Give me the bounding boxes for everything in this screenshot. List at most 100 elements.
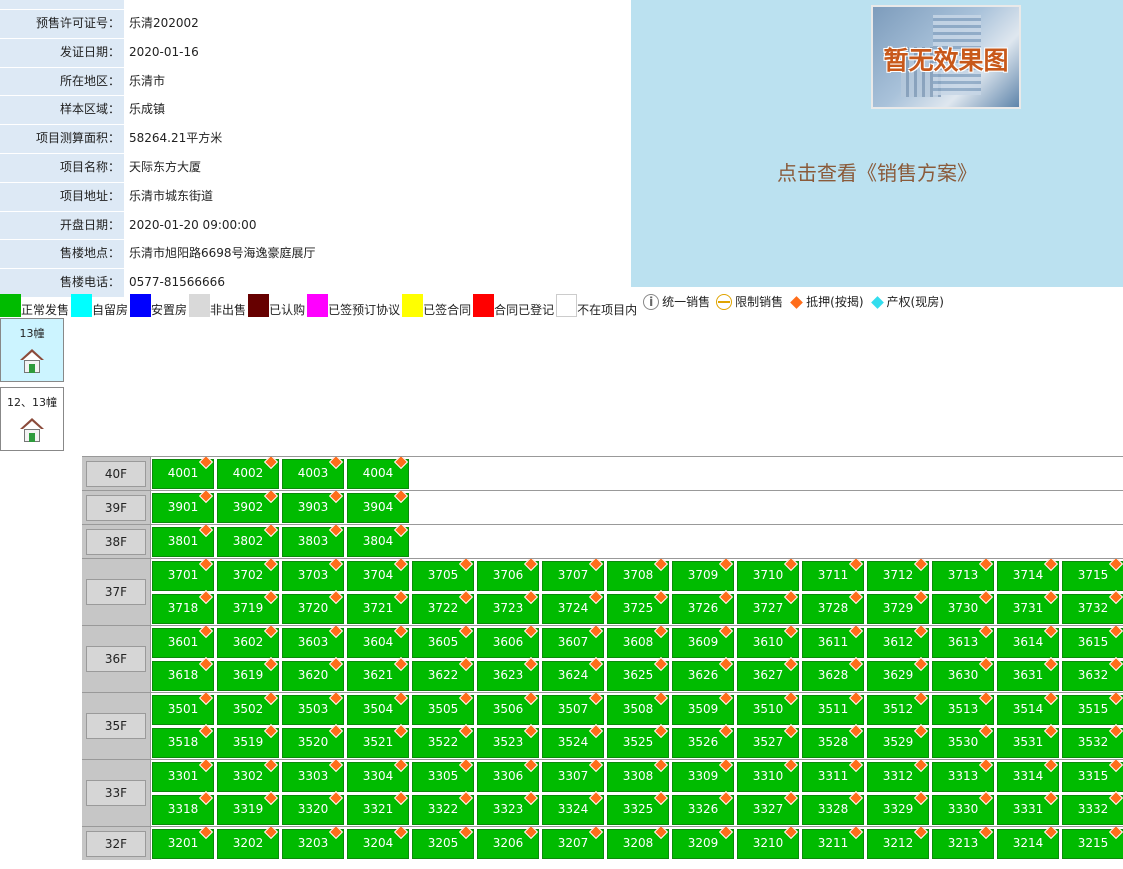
unit-cell[interactable]: 3529: [867, 723, 929, 758]
unit-cell[interactable]: 3603: [282, 626, 344, 658]
unit-cell[interactable]: 3627: [737, 656, 799, 691]
unit-cell[interactable]: 3601: [152, 626, 214, 658]
unit-cell[interactable]: 3730: [932, 589, 994, 624]
unit-cell[interactable]: 3714: [997, 559, 1059, 591]
unit-cell[interactable]: 3313: [932, 760, 994, 792]
unit-cell[interactable]: 3528: [802, 723, 864, 758]
unit-cell[interactable]: 3207: [542, 827, 604, 859]
unit-cell[interactable]: 3727: [737, 589, 799, 624]
unit-cell[interactable]: 3708: [607, 559, 669, 591]
unit-cell[interactable]: 3331: [997, 790, 1059, 825]
unit-cell[interactable]: 3629: [867, 656, 929, 691]
unit-cell[interactable]: 3302: [217, 760, 279, 792]
unit-cell[interactable]: 3318: [152, 790, 214, 825]
unit-cell[interactable]: 3602: [217, 626, 279, 658]
unit-cell[interactable]: 3732: [1062, 589, 1123, 624]
unit-cell[interactable]: 3504: [347, 693, 409, 725]
unit-cell[interactable]: 3309: [672, 760, 734, 792]
unit-cell[interactable]: 3514: [997, 693, 1059, 725]
unit-cell[interactable]: 3621: [347, 656, 409, 691]
unit-cell[interactable]: 3802: [217, 525, 279, 557]
unit-cell[interactable]: 3701: [152, 559, 214, 591]
floor-button[interactable]: 32F: [86, 830, 146, 857]
unit-cell[interactable]: 3508: [607, 693, 669, 725]
unit-cell[interactable]: 3702: [217, 559, 279, 591]
unit-cell[interactable]: 3506: [477, 693, 539, 725]
unit-cell[interactable]: 3605: [412, 626, 474, 658]
unit-cell[interactable]: 3606: [477, 626, 539, 658]
unit-cell[interactable]: 3618: [152, 656, 214, 691]
unit-cell[interactable]: 3718: [152, 589, 214, 624]
floor-button[interactable]: 40F: [86, 460, 146, 487]
unit-cell[interactable]: 3324: [542, 790, 604, 825]
unit-cell[interactable]: 3329: [867, 790, 929, 825]
unit-cell[interactable]: 3209: [672, 827, 734, 859]
floor-button[interactable]: 36F: [86, 646, 146, 672]
unit-cell[interactable]: 3722: [412, 589, 474, 624]
unit-cell[interactable]: 3705: [412, 559, 474, 591]
unit-cell[interactable]: 3206: [477, 827, 539, 859]
unit-cell[interactable]: 3619: [217, 656, 279, 691]
unit-cell[interactable]: 3212: [867, 827, 929, 859]
unit-cell[interactable]: 3208: [607, 827, 669, 859]
unit-cell[interactable]: 3322: [412, 790, 474, 825]
unit-cell[interactable]: 3715: [1062, 559, 1123, 591]
sales-plan-link[interactable]: 点击查看《销售方案》: [631, 157, 1123, 186]
unit-cell[interactable]: 4002: [217, 457, 279, 489]
unit-cell[interactable]: 3511: [802, 693, 864, 725]
unit-cell[interactable]: 3201: [152, 827, 214, 859]
floor-button[interactable]: 35F: [86, 713, 146, 739]
unit-cell[interactable]: 3308: [607, 760, 669, 792]
unit-cell[interactable]: 3307: [542, 760, 604, 792]
unit-cell[interactable]: 3301: [152, 760, 214, 792]
unit-cell[interactable]: 3215: [1062, 827, 1123, 859]
unit-cell[interactable]: 3728: [802, 589, 864, 624]
unit-cell[interactable]: 3723: [477, 589, 539, 624]
unit-cell[interactable]: 3614: [997, 626, 1059, 658]
unit-cell[interactable]: 3612: [867, 626, 929, 658]
unit-cell[interactable]: 3205: [412, 827, 474, 859]
unit-cell[interactable]: 3620: [282, 656, 344, 691]
unit-cell[interactable]: 3310: [737, 760, 799, 792]
unit-cell[interactable]: 3625: [607, 656, 669, 691]
unit-cell[interactable]: 4001: [152, 457, 214, 489]
unit-cell[interactable]: 3210: [737, 827, 799, 859]
unit-cell[interactable]: 3622: [412, 656, 474, 691]
unit-cell[interactable]: 3609: [672, 626, 734, 658]
floor-button[interactable]: 38F: [86, 528, 146, 555]
unit-cell[interactable]: 3319: [217, 790, 279, 825]
unit-cell[interactable]: 3507: [542, 693, 604, 725]
unit-cell[interactable]: 3726: [672, 589, 734, 624]
building-tab[interactable]: 13幢: [0, 318, 64, 382]
unit-cell[interactable]: 3530: [932, 723, 994, 758]
unit-cell[interactable]: 3524: [542, 723, 604, 758]
unit-cell[interactable]: 3531: [997, 723, 1059, 758]
unit-cell[interactable]: 3509: [672, 693, 734, 725]
unit-cell[interactable]: 3502: [217, 693, 279, 725]
unit-cell[interactable]: 3330: [932, 790, 994, 825]
unit-cell[interactable]: 3903: [282, 491, 344, 523]
unit-cell[interactable]: 3611: [802, 626, 864, 658]
unit-cell[interactable]: 3203: [282, 827, 344, 859]
unit-cell[interactable]: 3704: [347, 559, 409, 591]
unit-cell[interactable]: 3519: [217, 723, 279, 758]
unit-cell[interactable]: 3211: [802, 827, 864, 859]
unit-cell[interactable]: 3315: [1062, 760, 1123, 792]
unit-cell[interactable]: 3305: [412, 760, 474, 792]
unit-cell[interactable]: 3323: [477, 790, 539, 825]
unit-cell[interactable]: 3326: [672, 790, 734, 825]
unit-cell[interactable]: 3213: [932, 827, 994, 859]
unit-cell[interactable]: 3325: [607, 790, 669, 825]
floor-button[interactable]: 39F: [86, 494, 146, 521]
unit-cell[interactable]: 3610: [737, 626, 799, 658]
unit-cell[interactable]: 3615: [1062, 626, 1123, 658]
unit-cell[interactable]: 3332: [1062, 790, 1123, 825]
unit-cell[interactable]: 3711: [802, 559, 864, 591]
unit-cell[interactable]: 3532: [1062, 723, 1123, 758]
unit-cell[interactable]: 3304: [347, 760, 409, 792]
unit-cell[interactable]: 3901: [152, 491, 214, 523]
unit-cell[interactable]: 3522: [412, 723, 474, 758]
unit-cell[interactable]: 3631: [997, 656, 1059, 691]
unit-cell[interactable]: 3503: [282, 693, 344, 725]
unit-cell[interactable]: 3312: [867, 760, 929, 792]
